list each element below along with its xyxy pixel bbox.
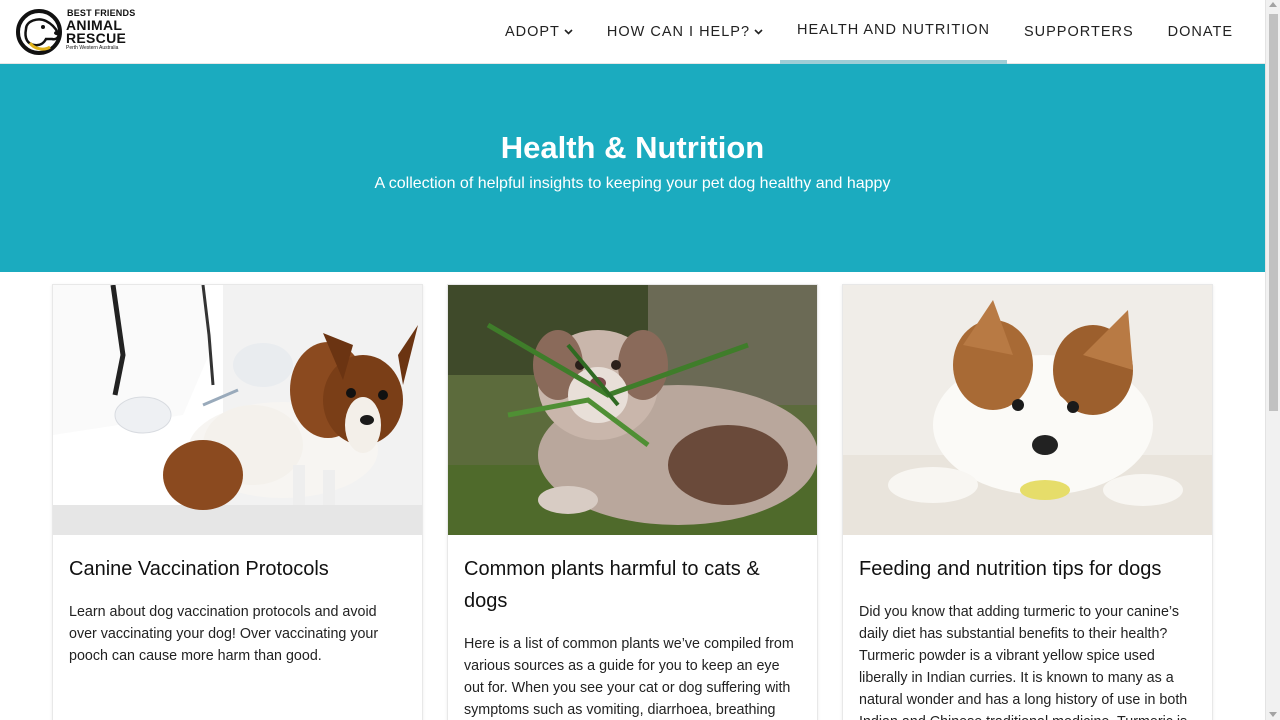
nav-item-adopt[interactable]: ADOPT (488, 0, 590, 64)
site-logo[interactable]: BEST FRIENDS ANIMAL RESCUE Perth Western… (16, 9, 146, 55)
page-subtitle: A collection of helpful insights to keep… (374, 175, 891, 192)
nav-item-donate[interactable]: DONATE (1151, 0, 1250, 64)
card-title[interactable]: Feeding and nutrition tips for dogs (859, 553, 1196, 585)
nav-item-label: DONATE (1167, 24, 1233, 40)
scroll-down-arrow-icon[interactable] (1269, 712, 1277, 717)
hero-banner: Health & Nutrition A collection of helpf… (0, 64, 1265, 272)
nav-item-label: HOW CAN I HELP? (606, 24, 751, 40)
chevron-down-icon (754, 27, 763, 38)
page-title: Health & Nutrition (500, 130, 765, 165)
card-title[interactable]: Common plants harmful to cats & dogs (464, 553, 801, 617)
card-excerpt: Here is a list of common plants we’ve co… (464, 636, 794, 718)
logo-line-4: Perth Western Australia (66, 45, 119, 51)
dog-vaccination-image[interactable] (53, 285, 422, 535)
article-card[interactable]: Feeding and nutrition tips for dogs Did … (842, 284, 1213, 720)
card-body: Canine Vaccination Protocols Learn about… (53, 535, 422, 667)
card-body: Common plants harmful to cats & dogs Her… (448, 535, 817, 720)
nav-item-how-can-i-help[interactable]: HOW CAN I HELP? (590, 0, 780, 64)
card-body: Feeding and nutrition tips for dogs Did … (843, 535, 1212, 720)
card-excerpt: Learn about dog vaccination protocols an… (69, 604, 379, 664)
main-nav: ADOPT HOW CAN I HELP? HEALTH AND NUTRITI… (488, 0, 1250, 64)
nav-item-label: SUPPORTERS (1023, 24, 1134, 40)
page-scrollbar[interactable] (1265, 0, 1280, 720)
nav-item-label: ADOPT (504, 24, 560, 40)
chevron-down-icon (564, 27, 573, 38)
article-card[interactable]: Canine Vaccination Protocols Learn about… (52, 284, 423, 720)
card-excerpt: Did you know that adding turmeric to you… (859, 604, 1188, 720)
article-card[interactable]: Common plants harmful to cats & dogs Her… (447, 284, 818, 720)
dog-logo-icon (16, 9, 62, 55)
logo-line-3: RESCUE (66, 30, 127, 46)
nav-item-health-and-nutrition[interactable]: HEALTH AND NUTRITION (780, 0, 1007, 64)
jack-russell-lying-image[interactable] (843, 285, 1212, 535)
card-title[interactable]: Canine Vaccination Protocols (69, 553, 406, 585)
nav-item-label: HEALTH AND NUTRITION (797, 22, 990, 38)
nav-item-supporters[interactable]: SUPPORTERS (1007, 0, 1151, 64)
puppy-chewing-plant-image[interactable] (448, 285, 817, 535)
logo-wordmark: BEST FRIENDS ANIMAL RESCUE Perth Western… (66, 9, 135, 51)
scrollbar-thumb[interactable] (1269, 14, 1278, 411)
scroll-up-arrow-icon[interactable] (1269, 2, 1277, 7)
site-header: BEST FRIENDS ANIMAL RESCUE Perth Western… (0, 0, 1265, 64)
